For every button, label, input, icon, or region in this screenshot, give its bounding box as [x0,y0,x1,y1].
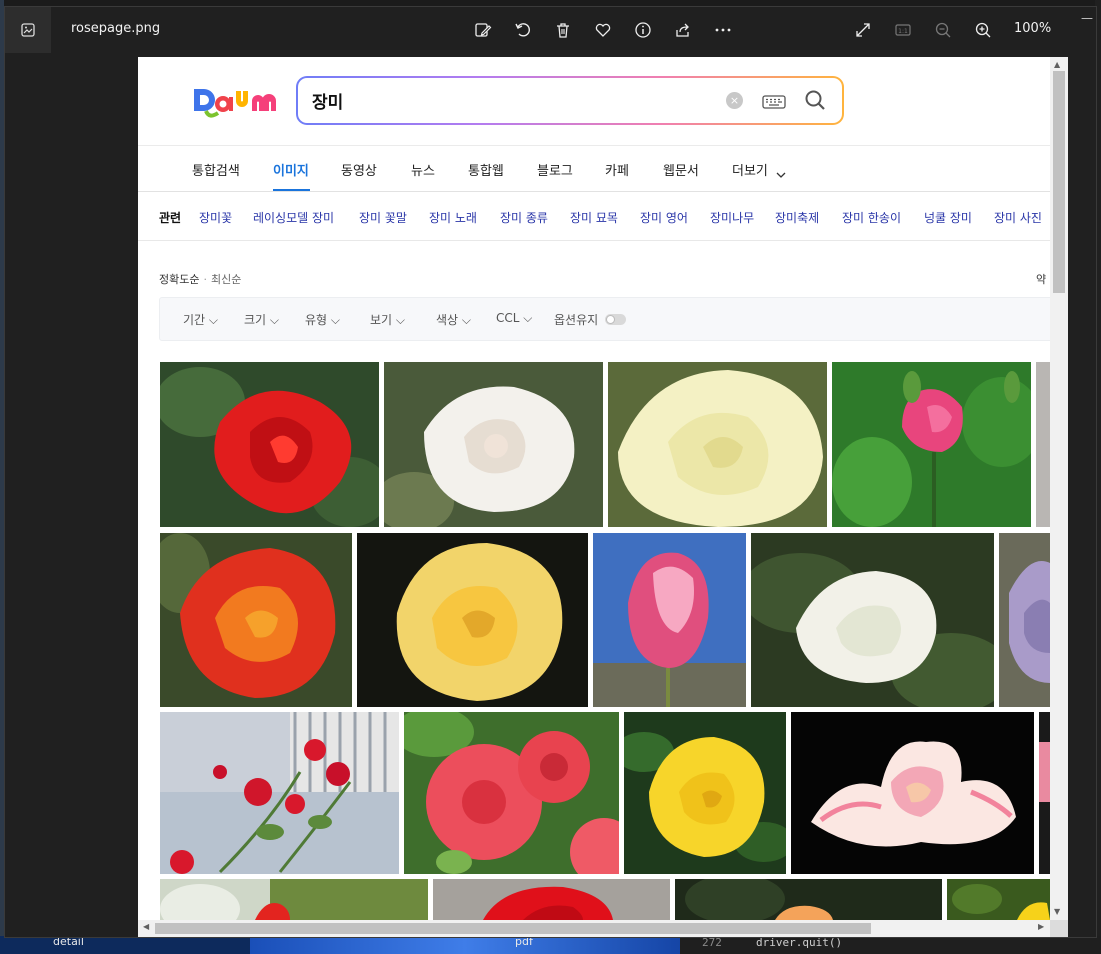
image-result-gray-edge[interactable] [1036,362,1050,527]
code-editor-strip: 272 driver.quit() [680,936,1101,954]
image-result-cream-rose[interactable] [608,362,827,527]
file-name: rosepage.png [71,21,161,36]
image-result-blurred-red-rose[interactable] [160,879,428,920]
related-keyword[interactable]: 장미나무 [710,209,754,226]
filter-type[interactable]: 유형 ⌵ [305,311,340,328]
option-keep-toggle[interactable] [605,314,626,325]
image-result-pink-edge[interactable] [1039,712,1050,874]
related-title: 관련 [159,211,182,225]
related-keyword[interactable]: 장미꽃 [199,209,232,226]
image-result-coral-roses[interactable] [404,712,619,874]
related-searches: 관련 장미꽃 레이싱모델 장미 장미 꽃말 장미 노래 장미 종류 장미 묘목 … [138,193,1050,241]
horizontal-scroll-thumb[interactable] [155,923,871,934]
tab-cafe[interactable]: 카페 [605,160,629,179]
favorite-icon[interactable] [592,19,614,41]
photos-app-icon[interactable] [5,7,51,53]
zoom-level[interactable]: 100% [1014,21,1051,36]
scroll-left-arrow-icon[interactable]: ◀ [143,922,149,931]
filter-size[interactable]: 크기 ⌵ [244,311,279,328]
search-tabs: 통합검색 이미지 동영상 뉴스 통합웹 블로그 카페 웹문서 더보기 [138,145,1050,192]
desktop-taskbar-area: detail pdf 272 driver.quit() [0,935,1101,954]
horizontal-scrollbar[interactable]: ◀ ▶ [138,920,1050,937]
tab-video[interactable]: 동영상 [341,160,377,179]
tab-news[interactable]: 뉴스 [411,160,435,179]
info-icon[interactable] [632,19,654,41]
wallpaper-strip [250,936,680,954]
related-keyword[interactable]: 장미 영어 [640,209,688,226]
tab-images[interactable]: 이미지 [273,160,309,179]
actual-size-icon[interactable]: 1:1 [892,19,914,41]
related-keyword[interactable]: 장미 노래 [429,209,477,226]
vertical-scrollbar[interactable]: ▲ ▼ [1050,57,1068,920]
image-result-red-rose[interactable] [160,362,379,527]
scrollbar-corner [1050,920,1068,937]
filter-period[interactable]: 기간 ⌵ [183,311,218,328]
related-keyword[interactable]: 장미 꽃말 [359,209,407,226]
clear-search-icon[interactable]: × [726,92,743,109]
minimize-button[interactable]: — [1081,11,1093,25]
rotate-icon[interactable] [512,19,534,41]
keyboard-icon[interactable] [762,94,786,113]
image-result-white-rose-bush[interactable] [751,533,994,707]
search-icon[interactable] [804,89,826,115]
image-canvas: × 통합검색 이미지 동영상 뉴스 통합웹 블로그 카페 웹문서 [138,57,1068,937]
result-count-text: 약 [1036,273,1047,286]
related-keyword[interactable]: 장미 한송이 [842,209,901,226]
image-result-yellow-rose[interactable] [357,533,588,707]
filter-color[interactable]: 색상 ⌵ [436,311,471,328]
search-box: × [296,76,844,125]
related-keyword[interactable]: 장미축제 [775,209,819,226]
related-keyword[interactable]: 넝쿨 장미 [924,209,972,226]
image-result-orange-rose-bottom[interactable] [675,879,942,920]
filter-view[interactable]: 보기 ⌵ [370,311,405,328]
sort-options: 정확도순 · 최신순 [159,273,242,286]
viewer-titlebar: rosepage.png 1:1 100% — [5,7,1096,53]
image-result-red-rose-bottom[interactable] [433,879,670,920]
tab-more[interactable]: 더보기 [732,160,768,179]
active-tab-indicator [273,189,310,191]
option-keep-label: 옵션유지 [554,313,599,327]
image-result-red-climbing-roses[interactable] [160,712,399,874]
related-keyword[interactable]: 장미 사진 [994,209,1042,226]
edit-icon[interactable] [472,19,494,41]
daum-logo[interactable] [192,85,278,126]
zoom-in-icon[interactable] [972,19,994,41]
scroll-right-arrow-icon[interactable]: ▶ [1038,922,1044,931]
search-input[interactable] [312,87,692,114]
photo-viewer-window: rosepage.png 1:1 100% — 장미 × 통합검색 이미지 동영… [4,6,1097,938]
tab-web[interactable]: 통합웹 [468,160,504,179]
vertical-scroll-thumb[interactable] [1053,71,1065,293]
related-keyword[interactable]: 장미 종류 [500,209,548,226]
related-keyword[interactable]: 장미 묘목 [570,209,618,226]
scroll-down-arrow-icon[interactable]: ▼ [1054,907,1060,916]
tab-documents[interactable]: 웹문서 [663,160,699,179]
fullscreen-icon[interactable] [852,19,874,41]
screen: detail pdf 272 driver.quit() rosepage.pn… [0,0,1101,954]
image-result-yellow-rose-bottom[interactable] [947,879,1050,920]
chevron-down-icon [776,164,786,183]
image-result-orange-red-rose[interactable] [160,533,352,707]
sort-accuracy[interactable]: 정확도순 [159,273,199,286]
image-result-white-rose[interactable] [384,362,603,527]
sort-latest[interactable]: 최신순 [211,273,241,286]
image-result-lavender-rose[interactable] [999,533,1050,707]
svg-text:1:1: 1:1 [898,28,908,35]
share-icon[interactable] [672,19,694,41]
more-icon[interactable] [712,19,734,41]
related-keyword[interactable]: 레이싱모델 장미 [253,209,334,226]
image-result-pink-white-rose[interactable] [791,712,1034,874]
tab-all[interactable]: 통합검색 [192,160,240,179]
zoom-out-icon[interactable] [932,19,954,41]
image-result-yellow-rose-leaves[interactable] [624,712,786,874]
image-result-pink-rosebud[interactable] [832,362,1031,527]
image-result-pink-tulip-rose[interactable] [593,533,746,707]
tab-blog[interactable]: 블로그 [537,160,573,179]
scroll-up-arrow-icon[interactable]: ▲ [1054,60,1060,69]
filter-bar: 기간 ⌵ 크기 ⌵ 유형 ⌵ 보기 ⌵ 색상 ⌵ CCL ⌵ 옵션유지 [159,297,1059,341]
filter-ccl[interactable]: CCL ⌵ [496,311,532,326]
delete-icon[interactable] [552,19,574,41]
